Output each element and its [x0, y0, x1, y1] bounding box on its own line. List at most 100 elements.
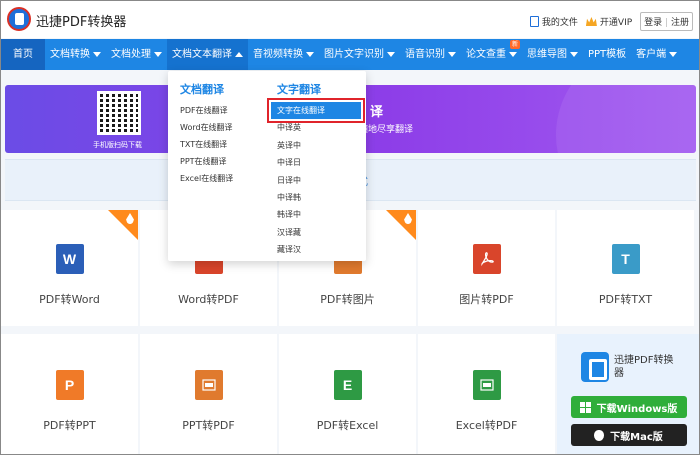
tool-label: Word转PDF: [178, 293, 239, 306]
hot-badge: [108, 210, 138, 240]
pdf-icon: [472, 370, 501, 400]
caret-down-icon: [448, 52, 456, 57]
nav-label: 图片文字识别: [324, 49, 384, 60]
caret-down-icon: [570, 52, 578, 57]
flame-icon: [404, 213, 412, 224]
pdf-doc-icon: [479, 379, 494, 391]
login-link[interactable]: 登录: [644, 18, 662, 28]
caret-down-icon: [509, 52, 517, 57]
brand-logo-icon[interactable]: [7, 7, 31, 31]
caret-down-icon: [306, 52, 314, 57]
translate-dropdown-menu: 文档翻译 PDF在线翻译 Word在线翻译 TXT在线翻译 PPT在线翻译 Ex…: [168, 71, 366, 261]
excel-icon: E: [333, 370, 362, 400]
menu-item-pdf-translate[interactable]: PDF在线翻译: [180, 102, 233, 119]
tool-image-to-pdf[interactable]: 图片转PDF: [418, 210, 555, 326]
tool-label: PDF转PPT: [43, 419, 96, 432]
menu-item-zh-en[interactable]: 中译英: [277, 119, 361, 136]
menu-item-ja-zh[interactable]: 日译中: [277, 172, 361, 189]
menu-item-en-zh[interactable]: 英译中: [277, 137, 361, 154]
menu-item-text-online-translate[interactable]: 文字在线翻译: [267, 97, 365, 124]
text-translate-heading[interactable]: 文字翻译: [277, 81, 361, 97]
nav-item-home[interactable]: 首页: [1, 39, 45, 70]
doc-translate-heading[interactable]: 文档翻译: [180, 81, 233, 97]
tool-label: PDF转Excel: [316, 419, 379, 432]
main-nav: 首页 文档转换 文档处理 文档文本翻译 音视频转换 图片文字识别 语音识别 论文…: [1, 39, 699, 70]
brand-name[interactable]: 迅捷PDF转换器: [36, 11, 126, 30]
apple-icon: [594, 429, 605, 441]
nav-item-av-convert[interactable]: 音视频转换: [248, 39, 319, 70]
download-windows-label: 下载Windows版: [596, 403, 678, 415]
banner-title: 译: [370, 105, 384, 120]
top-header: 迅捷PDF转换器 我的文件 开通VIP 登录 | 注册: [1, 1, 699, 38]
menu-item-txt-translate[interactable]: TXT在线翻译: [180, 136, 233, 153]
menu-item-ko-zh[interactable]: 韩译中: [277, 206, 361, 223]
nav-item-image-ocr[interactable]: 图片文字识别: [319, 39, 400, 70]
hot-badge: [386, 210, 416, 240]
register-link[interactable]: 注册: [671, 18, 689, 28]
caret-up-icon: [235, 52, 243, 57]
banner-decoration: [556, 85, 696, 153]
nav-label: 语音识别: [405, 49, 445, 60]
download-mac-label: 下载Mac版: [610, 431, 663, 443]
tool-pdf-to-excel[interactable]: E PDF转Excel: [279, 334, 416, 454]
pdf-doc-icon: [201, 379, 216, 391]
nav-label: 音视频转换: [253, 49, 303, 60]
tool-label: PPT转PDF: [182, 419, 235, 432]
qr-code-icon: [97, 91, 141, 135]
tool-excel-to-pdf[interactable]: Excel转PDF: [418, 334, 555, 454]
tool-pdf-to-word[interactable]: W PDF转Word: [1, 210, 138, 326]
menu-item-zh-ko[interactable]: 中译韩: [277, 189, 361, 206]
tool-label: Excel转PDF: [455, 419, 518, 432]
caret-down-icon: [669, 52, 678, 57]
document-icon: [529, 16, 539, 27]
word-icon: W: [55, 244, 84, 274]
my-files-label: 我的文件: [541, 18, 578, 28]
my-files-link[interactable]: 我的文件: [529, 15, 578, 28]
menu-item-ppt-translate[interactable]: PPT在线翻译: [180, 153, 233, 170]
open-vip-link[interactable]: 开通VIP: [585, 15, 633, 28]
menu-item-bo-zh[interactable]: 藏译汉: [277, 241, 361, 258]
nav-label: 客户端: [636, 49, 667, 60]
new-badge: 新: [509, 40, 520, 49]
nav-label: 文档处理: [111, 49, 151, 60]
open-vip-label: 开通VIP: [599, 18, 633, 28]
menu-item-excel-translate[interactable]: Excel在线翻译: [180, 170, 233, 187]
windows-icon: [579, 401, 591, 413]
nav-label: 文档文本翻译: [172, 49, 232, 60]
download-mac-button[interactable]: 下载Mac版: [570, 424, 687, 446]
nav-label: 论文查重: [466, 49, 506, 60]
crown-icon: [585, 17, 597, 26]
tool-ppt-to-pdf[interactable]: PPT转PDF: [140, 334, 277, 454]
nav-item-speech[interactable]: 语音识别: [400, 39, 461, 70]
nav-item-ppt-template[interactable]: PPT模板: [583, 39, 631, 70]
caret-down-icon: [387, 52, 395, 57]
tool-label: PDF转TXT: [598, 293, 653, 306]
nav-item-doc-translate[interactable]: 文档文本翻译: [167, 39, 248, 70]
pdf-icon: [472, 244, 501, 274]
nav-item-doc-process[interactable]: 文档处理: [106, 39, 167, 70]
page-frame: 迅捷PDF转换器 我的文件 开通VIP 登录 | 注册 首页 文档转换 文档处理…: [0, 0, 700, 455]
nav-item-mindmap[interactable]: 思维导图: [522, 39, 583, 70]
auth-separator: |: [665, 18, 669, 28]
text-translate-column: 文字翻译 文字在线翻译 中译英 英译中 中译日 日译中 中译韩 韩译中 汉译藏 …: [267, 81, 365, 259]
login-register: 登录 | 注册: [640, 12, 693, 31]
qr-caption: 手机版扫码下载: [93, 141, 142, 149]
nav-item-plagiarism[interactable]: 论文查重 新: [461, 39, 522, 70]
tool-label: PDF转Word: [39, 293, 100, 306]
tools-row-2: P PDF转PPT PPT转PDF E PDF转Excel Excel转PDF …: [1, 334, 699, 454]
caret-down-icon: [93, 52, 101, 57]
menu-item-zh-ja[interactable]: 中译日: [277, 154, 361, 171]
nav-label: 首页: [13, 49, 33, 60]
download-windows-button[interactable]: 下载Windows版: [570, 396, 687, 418]
menu-item-zh-bo[interactable]: 汉译藏: [277, 224, 361, 241]
pdf-icon: [194, 370, 223, 400]
menu-item-word-translate[interactable]: Word在线翻译: [180, 119, 233, 136]
nav-item-doc-convert[interactable]: 文档转换: [45, 39, 106, 70]
tool-pdf-to-ppt[interactable]: P PDF转PPT: [1, 334, 138, 454]
app-name: 迅捷PDF转换器: [614, 355, 674, 379]
nav-item-client[interactable]: 客户端: [631, 39, 682, 70]
nav-label: 思维导图: [527, 49, 567, 60]
acrobat-icon: [480, 252, 494, 267]
tool-pdf-to-txt[interactable]: T PDF转TXT: [557, 210, 694, 326]
app-promo-head: 迅捷PDF转换器: [581, 352, 676, 382]
